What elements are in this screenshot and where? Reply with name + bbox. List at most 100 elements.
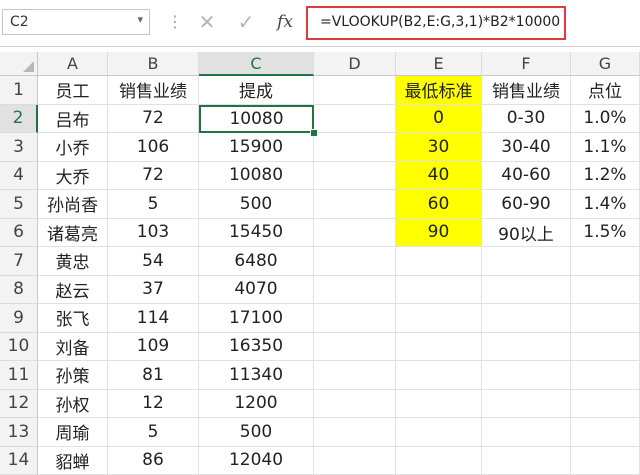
chevron-down-icon[interactable]: ▾	[137, 13, 143, 26]
formula-input[interactable]: =VLOOKUP(B2,E:G,3,1)*B2*10000	[306, 6, 566, 40]
cell-e8[interactable]	[396, 276, 482, 305]
cell-b9[interactable]: 114	[108, 304, 199, 333]
select-all-corner[interactable]	[0, 52, 38, 76]
cell-f7[interactable]	[482, 247, 571, 276]
cell-g1[interactable]: 点位	[571, 76, 640, 105]
cell-f9[interactable]	[482, 304, 571, 333]
cell-d6[interactable]	[314, 219, 396, 248]
name-box[interactable]: C2 ▾	[2, 9, 150, 35]
cell-e7[interactable]	[396, 247, 482, 276]
cell-g3[interactable]: 1.1%	[571, 133, 640, 162]
cell-a1[interactable]: 员工	[38, 76, 108, 105]
row-header-13[interactable]: 13	[0, 418, 38, 447]
cell-c12[interactable]: 1200	[199, 390, 314, 419]
cell-g5[interactable]: 1.4%	[571, 190, 640, 219]
cell-f11[interactable]	[482, 361, 571, 390]
cell-f8[interactable]	[482, 276, 571, 305]
column-header-a[interactable]: A	[38, 52, 108, 76]
row-header-5[interactable]: 5	[0, 190, 38, 219]
cell-e12[interactable]	[396, 390, 482, 419]
cell-f10[interactable]	[482, 333, 571, 362]
cell-d9[interactable]	[314, 304, 396, 333]
cell-g13[interactable]	[571, 418, 640, 447]
cell-g9[interactable]	[571, 304, 640, 333]
cell-c10[interactable]: 16350	[199, 333, 314, 362]
row-header-2[interactable]: 2	[0, 105, 38, 134]
cell-e4[interactable]: 40	[396, 162, 482, 191]
cell-b11[interactable]: 81	[108, 361, 199, 390]
drag-handle-icon[interactable]: ⋮	[167, 12, 182, 31]
cell-c11[interactable]: 11340	[199, 361, 314, 390]
cell-g4[interactable]: 1.2%	[571, 162, 640, 191]
row-header-14[interactable]: 14	[0, 447, 38, 475]
cell-g8[interactable]	[571, 276, 640, 305]
cell-a12[interactable]: 孙权	[38, 390, 108, 419]
cell-a10[interactable]: 刘备	[38, 333, 108, 362]
cell-b13[interactable]: 5	[108, 418, 199, 447]
cell-b12[interactable]: 12	[108, 390, 199, 419]
cell-b3[interactable]: 106	[108, 133, 199, 162]
cell-f3[interactable]: 30-40	[482, 133, 571, 162]
cell-c7[interactable]: 6480	[199, 247, 314, 276]
cell-d14[interactable]	[314, 447, 396, 475]
cell-e5[interactable]: 60	[396, 190, 482, 219]
column-header-g[interactable]: G	[571, 52, 640, 76]
cell-c3[interactable]: 15900	[199, 133, 314, 162]
insert-function-icon[interactable]: fx	[270, 9, 300, 35]
cell-b14[interactable]: 86	[108, 447, 199, 475]
cell-d12[interactable]	[314, 390, 396, 419]
cell-f5[interactable]: 60-90	[482, 190, 571, 219]
cell-e2[interactable]: 0	[396, 105, 482, 134]
cell-b7[interactable]: 54	[108, 247, 199, 276]
cell-b5[interactable]: 5	[108, 190, 199, 219]
cell-a13[interactable]: 周瑜	[38, 418, 108, 447]
cell-c9[interactable]: 17100	[199, 304, 314, 333]
cell-b4[interactable]: 72	[108, 162, 199, 191]
row-header-6[interactable]: 6	[0, 219, 38, 248]
cell-c5[interactable]: 500	[199, 190, 314, 219]
cell-e11[interactable]	[396, 361, 482, 390]
cell-a6[interactable]: 诸葛亮	[38, 219, 108, 248]
cell-d10[interactable]	[314, 333, 396, 362]
cell-b6[interactable]: 103	[108, 219, 199, 248]
column-header-d[interactable]: D	[314, 52, 396, 76]
cell-d11[interactable]	[314, 361, 396, 390]
cell-c14[interactable]: 12040	[199, 447, 314, 475]
row-header-3[interactable]: 3	[0, 133, 38, 162]
cell-f4[interactable]: 40-60	[482, 162, 571, 191]
cell-a8[interactable]: 赵云	[38, 276, 108, 305]
cell-g11[interactable]	[571, 361, 640, 390]
cell-e9[interactable]	[396, 304, 482, 333]
fill-handle[interactable]	[310, 129, 318, 137]
cell-a14[interactable]: 貂蝉	[38, 447, 108, 475]
row-header-10[interactable]: 10	[0, 333, 38, 362]
cell-d3[interactable]	[314, 133, 396, 162]
row-header-11[interactable]: 11	[0, 361, 38, 390]
column-header-c[interactable]: C	[199, 52, 314, 76]
cell-a4[interactable]: 大乔	[38, 162, 108, 191]
cell-f2[interactable]: 0-30	[482, 105, 571, 134]
cell-g14[interactable]	[571, 447, 640, 475]
cell-d13[interactable]	[314, 418, 396, 447]
cell-c2[interactable]: 10080	[199, 105, 314, 134]
cell-g10[interactable]	[571, 333, 640, 362]
cell-e13[interactable]	[396, 418, 482, 447]
row-header-1[interactable]: 1	[0, 76, 38, 105]
cell-c8[interactable]: 4070	[199, 276, 314, 305]
cell-e6[interactable]: 90	[396, 219, 482, 248]
row-header-8[interactable]: 8	[0, 276, 38, 305]
cell-b2[interactable]: 72	[108, 105, 199, 134]
row-header-12[interactable]: 12	[0, 390, 38, 419]
cell-b8[interactable]: 37	[108, 276, 199, 305]
column-header-b[interactable]: B	[108, 52, 199, 76]
enter-icon[interactable]: ✓	[231, 9, 261, 35]
cell-a5[interactable]: 孙尚香	[38, 190, 108, 219]
cell-d2[interactable]	[314, 105, 396, 134]
cell-a9[interactable]: 张飞	[38, 304, 108, 333]
cell-a7[interactable]: 黄忠	[38, 247, 108, 276]
row-header-9[interactable]: 9	[0, 304, 38, 333]
cell-f6[interactable]: 90以上	[482, 219, 571, 248]
cell-c1[interactable]: 提成	[199, 76, 314, 105]
cell-a11[interactable]: 孙策	[38, 361, 108, 390]
cell-e14[interactable]	[396, 447, 482, 475]
